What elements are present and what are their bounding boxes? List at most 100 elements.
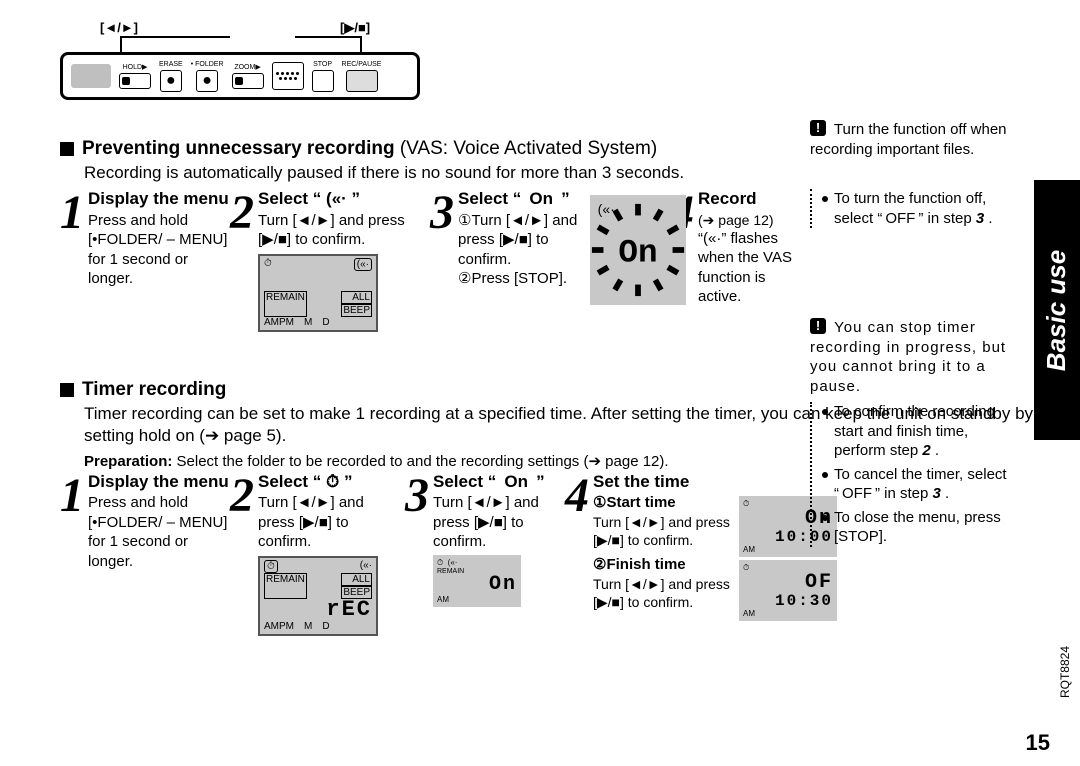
device-body: HOLD▶ ERASE ● • FOLDER ● ZOOM▶ STOP [60,52,420,100]
caution-icon: ! [810,120,826,136]
step-number-4b: 4 [565,472,589,520]
step-number-2b: 2 [230,472,254,520]
beep-label: BEEP [341,304,372,317]
lcd-finish-time: ⏱ OF 10:30 AM [739,560,837,621]
bullet-icon [822,409,828,415]
device-lcd [71,64,111,88]
all-label: ALL [341,291,372,304]
step-number-2: 2 [230,189,254,237]
lcd-mini-on: ⏱ («· REMAIN On AM [433,555,521,607]
note-1: Turn the function off when recording imp… [810,121,1007,158]
device-diagram: [◄/►] [▶/■] HOLD▶ ERASE ● • FOLDER ● ZOO… [60,20,420,130]
clock-icon: ⏱ [264,560,278,573]
vas-icon: («· [598,201,615,217]
bullet-square-icon [60,383,74,397]
note-5c: . [945,485,949,502]
svg-text:On: On [618,235,657,272]
page-number: 15 [1026,730,1050,756]
lcd-panel-timer: ⏱ («· REMAIN ALL BEEP rEC AMPM M D [258,556,378,636]
label-folder: • FOLDER [191,61,224,68]
folder-button[interactable]: ● [196,70,218,92]
ampm-md-label: AMPM M D [264,317,372,328]
device-right-control-label: [▶/■] [340,20,370,36]
finish-big: OF [743,573,833,593]
bullet-icon [822,515,828,521]
start-time-label: ①Start time [593,494,676,511]
finish-am: AM [743,609,833,618]
label-hold: HOLD▶ [123,64,148,71]
note-2c: . [988,210,992,227]
notes-column: ! Turn the function off when recording i… [810,120,1020,565]
ampm-md-label: AMPM M D [264,621,372,632]
step-number-1: 1 [60,189,84,237]
start-time-text: Turn [◄/►] and press [▶/■] to confirm. [593,513,733,549]
vas-step1-text: Press and hold [•FOLDER/ – MENU] for 1 s… [88,211,229,289]
note-4b: 2 [922,442,930,459]
vas-icon: («· [360,560,372,573]
bullet-icon [822,472,828,478]
label-zoom: ZOOM▶ [234,64,260,71]
note-5b: 3 [933,485,941,502]
vas-title: Preventing unnecessary recording [82,138,395,159]
vas-step2-title: Select “ («· ” [258,189,420,209]
rec-pause-button[interactable] [346,70,378,92]
note-4c: . [935,442,939,459]
timer-step3-title: Select “ On ” [433,472,555,492]
mini-on-am: AM [437,595,517,604]
timer-title: Timer recording [82,379,226,401]
step-number-1b: 1 [60,472,84,520]
finish-time-value: 10:30 [743,593,833,609]
finish-time-label: ②Finish time [593,556,686,573]
timer-step3-text: Turn [◄/►] and press [▶/■] to confirm. [433,493,555,552]
timer-step2-text: Turn [◄/►] and press [▶/■] to confirm. [258,493,395,552]
hold-switch[interactable] [119,73,151,89]
timer-step4-title: Set the time [593,472,837,492]
step-number-3b: 3 [405,472,429,520]
step-number-3: 3 [430,189,454,237]
vas-step4-text: “(«·” flashes when the VAS function is a… [698,229,800,307]
bullet-icon [822,196,828,202]
note-4a: To confirm the recording start and finis… [834,403,995,459]
lcd-big-on: («· On [590,195,686,305]
rec-display: rEC [264,599,372,621]
caution-icon: ! [810,318,826,334]
vas-step4-title: Record [698,189,800,209]
speaker-grille [272,62,304,90]
label-recpause: REC/PAUSE [342,61,382,68]
lcd-panel-vas: ⏱ («· REMAIN ALL BEEP AMPM M D [258,254,378,332]
note-6: To close the menu, press [STOP]. [834,508,1020,547]
label-stop: STOP [313,61,332,68]
remain-label: REMAIN [264,573,307,599]
note-5a: To cancel the timer, select “ OFF ” in s… [834,466,1007,503]
note-2a: To turn the function off, select “ OFF ”… [834,190,986,227]
page-link: ➔ page 12) [703,212,774,228]
clock-icon: ⏱ [264,258,272,271]
erase-button[interactable]: ● [160,70,182,92]
prep-label: Preparation: [84,453,172,470]
vas-step1-title: Display the menu [88,189,229,209]
vas-step3-title: Select “ On ” [458,189,584,209]
note-3: You can stop timer recording in progress… [810,319,1006,395]
zoom-switch[interactable] [232,73,264,89]
label-erase: ERASE [159,61,183,68]
section-tab: Basic use [1034,180,1080,440]
stop-button[interactable] [312,70,334,92]
finish-time-text: Turn [◄/►] and press [▶/■] to confirm. [593,575,733,611]
vas-icon: («· [354,258,372,271]
remain-label: REMAIN [264,291,307,317]
document-id: RQT8824 [1058,646,1072,698]
all-label: ALL [341,573,372,586]
prep-text: Select the folder to be recorded to and … [177,453,669,470]
section-tab-label: Basic use [1042,249,1073,370]
vas-step2-text: Turn [◄/►] and press [▶/■] to confirm. [258,211,420,250]
timer-step2-title: Select “ ⏱ ” [258,472,395,492]
vas-step3-text2: ②Press [STOP]. [458,269,584,289]
note-2b: 3 [976,210,984,227]
timer-step1-title: Display the menu [88,472,229,492]
vas-step3-text1: ①Turn [◄/►] and press [▶/■] to confirm. [458,211,584,270]
device-left-control-label: [◄/►] [100,20,138,35]
bullet-square-icon [60,142,74,156]
timer-step1-text: Press and hold [•FOLDER/ – MENU] for 1 s… [88,493,229,571]
vas-subtitle: (VAS: Voice Activated System) [400,138,657,159]
mini-on-value: On [437,575,517,595]
